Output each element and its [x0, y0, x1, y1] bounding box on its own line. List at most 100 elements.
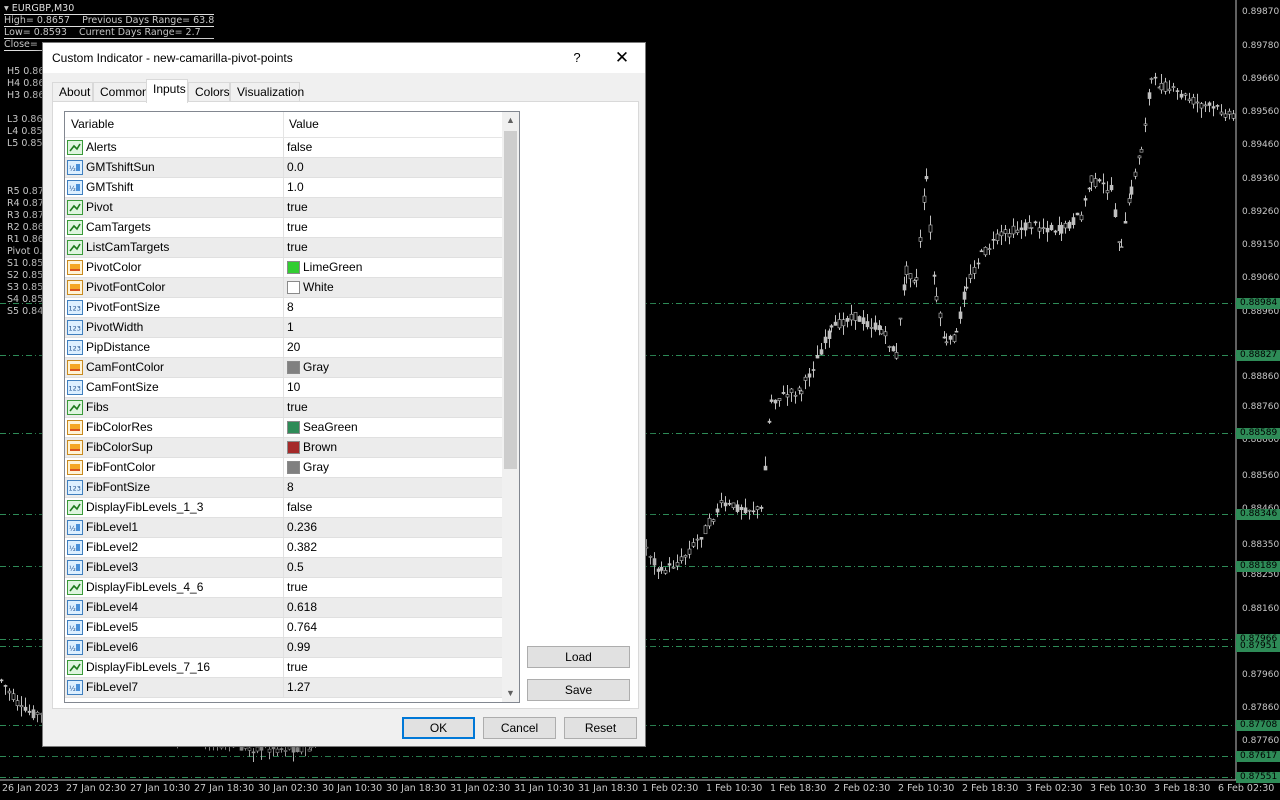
input-row-fibcolorres[interactable]: FibColorRes SeaGreen [65, 418, 502, 438]
value-field[interactable]: true [287, 238, 308, 257]
value-field[interactable]: 8 [287, 298, 294, 317]
price-tick-label: 0.88760 [1242, 402, 1280, 412]
candle-body [908, 273, 913, 280]
value-field[interactable]: false [287, 498, 312, 517]
value-field[interactable]: true [287, 658, 308, 677]
input-row-displayfiblevels-7-16[interactable]: DisplayFibLevels_7_16 true [65, 658, 502, 678]
input-row-displayfiblevels-1-3[interactable]: DisplayFibLevels_1_3 false [65, 498, 502, 518]
input-row-fibs[interactable]: Fibs true [65, 398, 502, 418]
value-field[interactable]: Gray [303, 358, 329, 377]
column-header-value[interactable]: Value [283, 112, 319, 137]
tab-inputs[interactable]: Inputs [146, 79, 188, 103]
input-row-fiblevel5[interactable]: ½ FibLevel5 0.764 [65, 618, 502, 638]
input-row-listcamtargets[interactable]: ListCamTargets true [65, 238, 502, 258]
price-level-flag: 0.87617 [1236, 751, 1280, 762]
value-field[interactable]: 1.0 [287, 178, 304, 197]
color-swatch[interactable] [287, 441, 300, 454]
input-row-fiblevel7[interactable]: ½ FibLevel7 1.27 [65, 678, 502, 698]
help-button[interactable]: ? [565, 47, 589, 69]
input-row-fiblevel3[interactable]: ½ FibLevel3 0.5 [65, 558, 502, 578]
value-field[interactable]: 20 [287, 338, 300, 357]
value-field[interactable]: 0.0 [287, 158, 304, 177]
scroll-down-arrow-icon[interactable]: ▼ [502, 685, 519, 702]
value-field[interactable]: 0.236 [287, 518, 317, 537]
ok-button[interactable]: OK [402, 717, 475, 739]
candle-body [827, 330, 832, 339]
tab-colors[interactable]: Colors [188, 82, 230, 102]
input-row-alerts[interactable]: Alerts false [65, 138, 502, 158]
close-button[interactable]: ✕ [607, 47, 637, 69]
time-tick-label: 31 Jan 18:30 [578, 783, 639, 794]
value-field[interactable]: SeaGreen [303, 418, 358, 437]
input-row-gmtshiftsun[interactable]: ½ GMTshiftSun 0.0 [65, 158, 502, 178]
candle-body [1063, 223, 1068, 229]
dialog-titlebar[interactable]: Custom Indicator - new-camarilla-pivot-p… [43, 43, 645, 73]
input-row-fibfontsize[interactable]: 123 FibFontSize 8 [65, 478, 502, 498]
value-field[interactable]: false [287, 138, 312, 157]
value-field[interactable]: 0.764 [287, 618, 317, 637]
color-swatch[interactable] [287, 361, 300, 374]
grid-scrollbar[interactable]: ▲ ▼ [502, 112, 519, 702]
value-field[interactable]: 1.27 [287, 678, 310, 697]
input-row-pivotfontcolor[interactable]: PivotFontColor White [65, 278, 502, 298]
time-tick-label: 1 Feb 02:30 [642, 783, 699, 794]
tab-common[interactable]: Common [93, 82, 149, 102]
input-row-pivotcolor[interactable]: PivotColor LimeGreen [65, 258, 502, 278]
input-row-camfontsize[interactable]: 123 CamFontSize 10 [65, 378, 502, 398]
time-axis[interactable]: 26 Jan 2023 27 Jan 02:30 27 Jan 10:30 27 Ja… [0, 780, 1274, 800]
save-button[interactable]: Save [527, 679, 630, 701]
scroll-up-arrow-icon[interactable]: ▲ [502, 112, 519, 129]
value-field[interactable]: true [287, 198, 308, 217]
value-field[interactable]: 0.5 [287, 558, 304, 577]
value-field[interactable]: true [287, 398, 308, 417]
column-divider [283, 398, 284, 418]
input-row-displayfiblevels-4-6[interactable]: DisplayFibLevels_4_6 true [65, 578, 502, 598]
candle-body [972, 266, 977, 274]
color-swatch[interactable] [287, 281, 300, 294]
scroll-thumb[interactable] [504, 131, 517, 469]
candle-body [1093, 178, 1098, 187]
value-field[interactable]: 8 [287, 478, 294, 497]
value-field[interactable]: true [287, 218, 308, 237]
variable-name: DisplayFibLevels_4_6 [86, 580, 204, 594]
input-row-fiblevel2[interactable]: ½ FibLevel2 0.382 [65, 538, 502, 558]
input-row-gmtshift[interactable]: ½ GMTshift 1.0 [65, 178, 502, 198]
tab-about[interactable]: About [52, 82, 93, 102]
input-row-fiblevel1[interactable]: ½ FibLevel1 0.236 [65, 518, 502, 538]
color-swatch[interactable] [287, 421, 300, 434]
collapse-icon[interactable]: ▾ [4, 3, 12, 14]
value-field[interactable]: 10 [287, 378, 300, 397]
value-field[interactable]: 0.618 [287, 598, 317, 617]
value-field[interactable]: true [287, 578, 308, 597]
input-row-pivot[interactable]: Pivot true [65, 198, 502, 218]
reset-button[interactable]: Reset [564, 717, 637, 739]
candle-body [1019, 227, 1024, 231]
column-header-variable[interactable]: Variable [65, 112, 114, 137]
value-field[interactable]: Brown [303, 438, 337, 457]
value-field[interactable]: LimeGreen [303, 258, 362, 277]
price-axis[interactable]: 0.89870 0.89780 0.89660 0.89560 0.89460 0.893… [1236, 0, 1280, 783]
color-swatch[interactable] [287, 461, 300, 474]
input-row-pipdistance[interactable]: 123 PipDistance 20 [65, 338, 502, 358]
load-button[interactable]: Load [527, 646, 630, 668]
input-row-fiblevel6[interactable]: ½ FibLevel6 0.99 [65, 638, 502, 658]
price-level-flag: 0.87551 [1236, 772, 1280, 783]
input-row-pivotwidth[interactable]: 123 PivotWidth 1 [65, 318, 502, 338]
time-tick-label: 31 Jan 10:30 [514, 783, 575, 794]
input-row-camtargets[interactable]: CamTargets true [65, 218, 502, 238]
bool-icon [67, 500, 83, 515]
input-row-pivotfontsize[interactable]: 123 PivotFontSize 8 [65, 298, 502, 318]
color-swatch[interactable] [287, 261, 300, 274]
input-row-camfontcolor[interactable]: CamFontColor Gray [65, 358, 502, 378]
input-row-fiblevel4[interactable]: ½ FibLevel4 0.618 [65, 598, 502, 618]
value-field[interactable]: White [303, 278, 334, 297]
value-field[interactable]: 0.99 [287, 638, 310, 657]
cancel-button[interactable]: Cancel [483, 717, 556, 739]
value-field[interactable]: Gray [303, 458, 329, 477]
input-row-fibfontcolor[interactable]: FibFontColor Gray [65, 458, 502, 478]
candle-body [1227, 110, 1232, 115]
input-row-fibcolorsup[interactable]: FibColorSup Brown [65, 438, 502, 458]
tab-visualization[interactable]: Visualization [230, 82, 304, 102]
value-field[interactable]: 1 [287, 318, 294, 337]
value-field[interactable]: 0.382 [287, 538, 317, 557]
